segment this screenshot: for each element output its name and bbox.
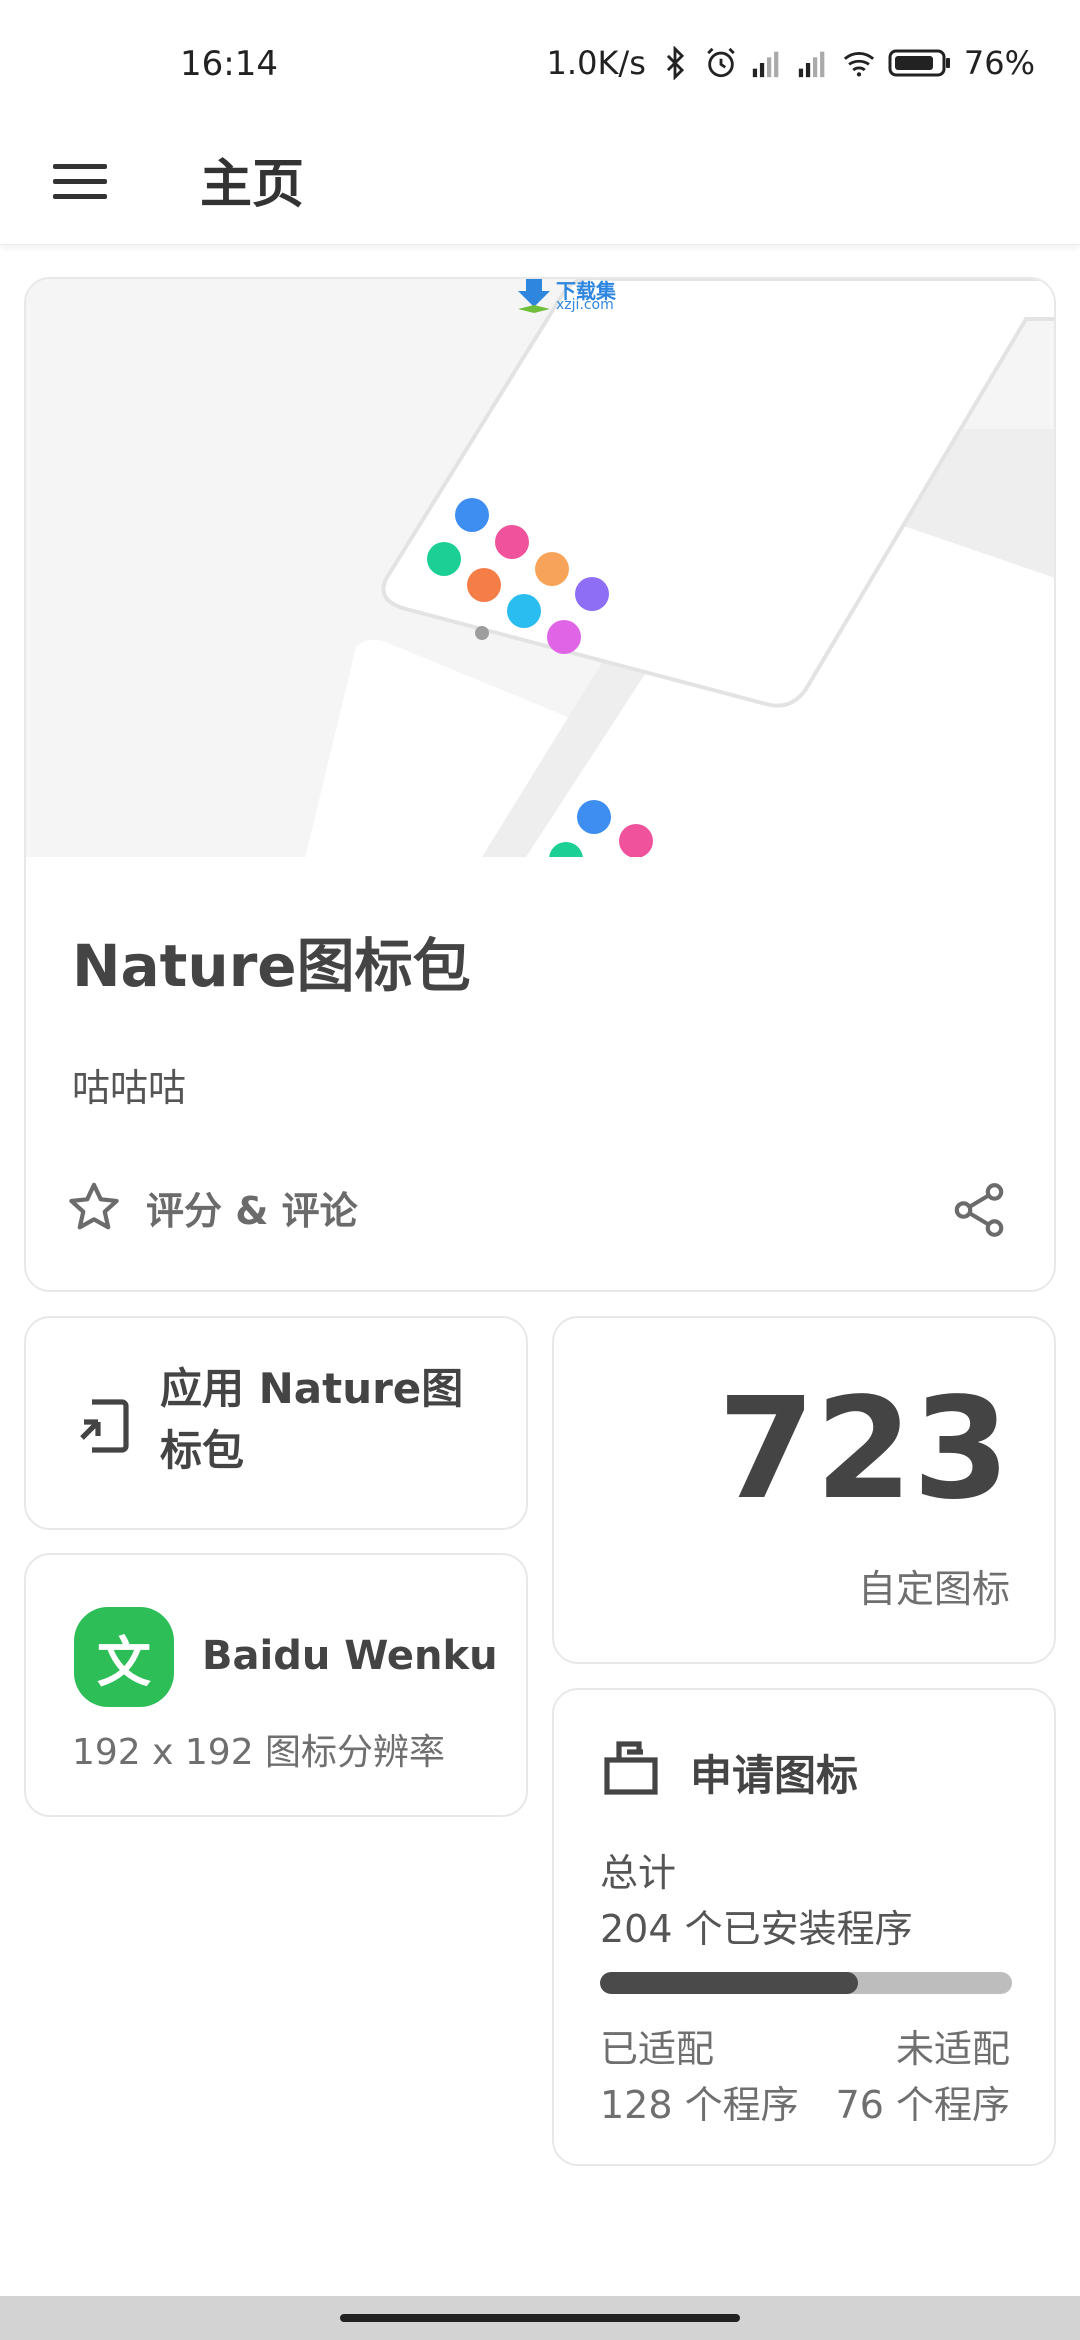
adapted-label: 已适配 (600, 2027, 715, 2071)
icon-resolution: 192 x 192 图标分辨率 (72, 1732, 446, 1773)
total-label: 总计 (600, 1851, 677, 1895)
request-icon (604, 1741, 658, 1795)
request-icons-title: 申请图标 (690, 1751, 859, 1800)
page-title: 主页 (200, 155, 305, 215)
unadapted-label: 未适配 (895, 2027, 1010, 2071)
adapted-count: 128 个程序 (600, 2083, 799, 2127)
adaptation-progress-bar (600, 1972, 1012, 1994)
rate-and-review-button[interactable]: 评分 & 评论 (66, 1179, 358, 1235)
home-indicator[interactable] (340, 2314, 740, 2322)
bluetooth-icon (666, 46, 684, 80)
custom-icons-count: 723 (717, 1368, 1010, 1531)
hero-illustration: 下载集 xzji.com (26, 279, 1054, 857)
baidu-wenku-app-icon: 文 (74, 1607, 174, 1707)
signal-hd-icon (752, 51, 779, 78)
watermark-logo: 下载集 xzji.com (516, 279, 626, 313)
hamburger-menu-icon (53, 164, 107, 199)
apply-icon-pack-label: 应用 Nature图标包 (160, 1364, 464, 1475)
signal-icon (798, 51, 825, 78)
app-bar: 主页 (0, 120, 1080, 245)
star-outline-icon (69, 1182, 119, 1230)
wifi-icon (843, 52, 874, 77)
icon-pack-card: 下载集 xzji.com Nature图标包 咕咕咕 评分 & 评论 (24, 277, 1056, 1292)
unadapted-count: 76 个程序 (835, 2083, 1010, 2127)
custom-icons-label: 自定图标 (857, 1567, 1010, 1611)
icon-pack-title: Nature图标包 (72, 932, 471, 1000)
status-icons: 1.0K/s 76% (547, 44, 1035, 82)
status-time: 16:14 (180, 44, 278, 84)
preview-app-name: Baidu Wenku (202, 1633, 498, 1679)
phone-mockup-illustration (26, 279, 1054, 857)
apply-launcher-icon (80, 1399, 129, 1453)
system-navigation-bar (0, 2296, 1080, 2340)
request-icons-card[interactable]: 申请图标 总计 204 个已安装程序 已适配 128 个程序 未适配 76 个程… (552, 1688, 1056, 2166)
download-arrow-icon (518, 279, 550, 313)
icon-pack-subtitle: 咕咕咕 (72, 1066, 187, 1110)
adaptation-progress-fill (600, 1972, 859, 1994)
network-speed: 1.0K/s (546, 44, 646, 82)
battery-icon (888, 49, 950, 77)
icon-preview-card[interactable]: 文 Baidu Wenku 192 x 192 图标分辨率 (24, 1553, 528, 1817)
apply-icon-pack-card[interactable]: 应用 Nature图标包 (24, 1316, 528, 1530)
share-button[interactable] (948, 1179, 1010, 1241)
status-bar: 16:14 1.0K/s 76% (0, 0, 1080, 120)
share-icon (954, 1183, 1004, 1237)
menu-button[interactable] (44, 146, 116, 218)
battery-percent: 76% (963, 44, 1035, 82)
watermark-domain: xzji.com (556, 297, 614, 313)
rate-label: 评分 & 评论 (146, 1188, 358, 1233)
custom-icons-card[interactable]: 723 自定图标 (552, 1316, 1056, 1664)
alarm-icon (707, 47, 735, 78)
total-installed-apps: 204 个已安装程序 (600, 1907, 913, 1951)
